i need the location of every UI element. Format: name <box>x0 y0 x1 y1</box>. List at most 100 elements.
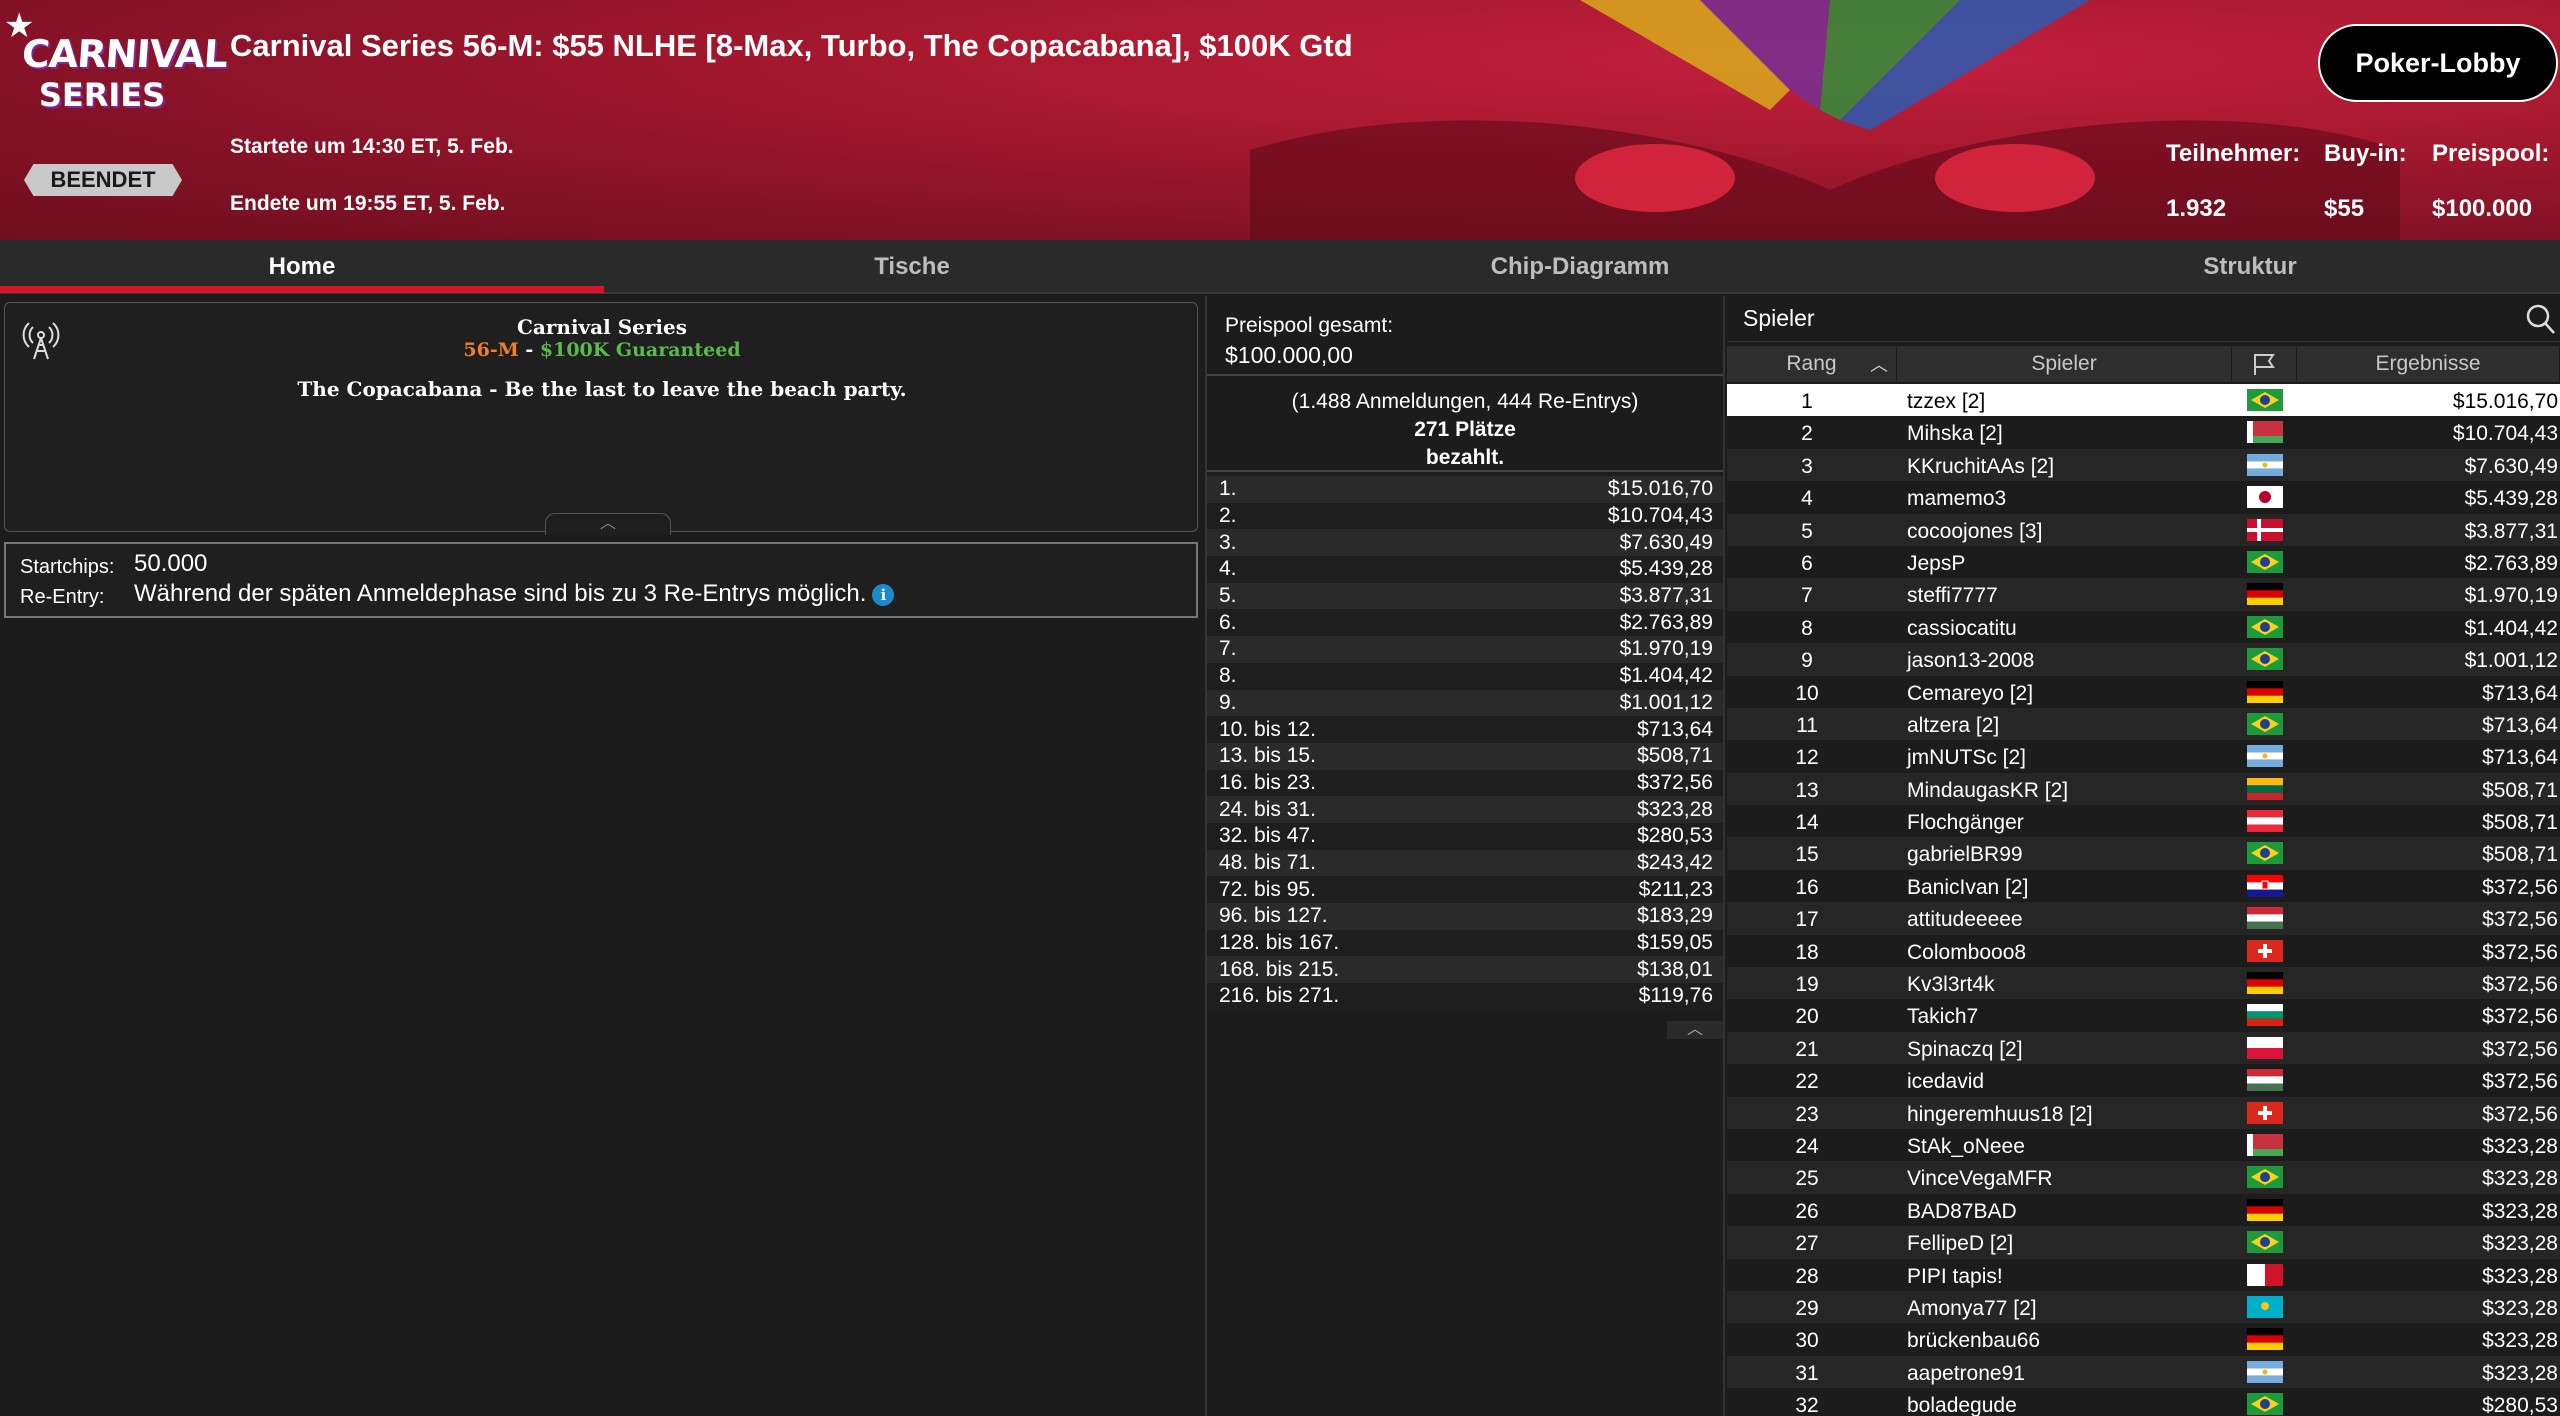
payout-amount: $372,56 <box>1637 770 1713 794</box>
player-result: $323,28 <box>2482 1134 2558 1158</box>
player-rank: 2 <box>1801 422 1813 446</box>
player-name: gabrielBR99 <box>1907 843 2023 867</box>
country-flag-icon <box>2247 1263 2283 1286</box>
payout-row: 96. bis 127. $183,29 <box>1207 903 1723 930</box>
table-row[interactable]: 30 brückenbau66 $323,28 <box>1727 1323 2560 1356</box>
player-rank: 11 <box>1796 713 1818 737</box>
startchips-label: Startchips: <box>20 556 115 578</box>
tab-structure[interactable]: Struktur <box>1940 240 2560 294</box>
country-flag-icon <box>2247 421 2283 444</box>
table-row[interactable]: 2 Mihska [2] $10.704,43 <box>1727 416 2560 449</box>
payout-place: 9. <box>1219 690 1237 714</box>
table-row[interactable]: 23 hingeremhuus18 [2] $372,56 <box>1727 1096 2560 1129</box>
player-name: FellipeD [2] <box>1907 1232 2014 1256</box>
payout-place: 16. bis 23. <box>1219 770 1316 794</box>
player-result: $323,28 <box>2482 1199 2558 1223</box>
table-row[interactable]: 14 Flochgänger $508,71 <box>1727 805 2560 838</box>
player-name: JepsP <box>1907 551 1966 575</box>
payout-amount: $1.404,42 <box>1619 664 1713 688</box>
table-row[interactable]: 17 attitudeeeee $372,56 <box>1727 902 2560 935</box>
player-result: $280,53 <box>2482 1394 2558 1416</box>
logo-line-1: CARNIVAL <box>20 32 229 76</box>
table-row[interactable]: 20 Takich7 $372,56 <box>1727 999 2560 1032</box>
table-row[interactable]: 19 Kv3l3rt4k $372,56 <box>1727 967 2560 1000</box>
payout-place: 168. bis 215. <box>1219 957 1340 981</box>
table-row[interactable]: 18 Colombooo8 $372,56 <box>1727 934 2560 968</box>
table-row[interactable]: 25 VinceVegaMFR $323,28 <box>1727 1161 2560 1194</box>
player-name: Mihska [2] <box>1907 422 2003 446</box>
payout-place: 48. bis 71. <box>1219 850 1316 874</box>
table-row[interactable]: 13 MindaugasKR [2] $508,71 <box>1727 772 2560 806</box>
payout-place: 6. <box>1219 610 1237 634</box>
column-country[interactable] <box>2232 346 2297 382</box>
search-icon[interactable] <box>2523 302 2557 336</box>
player-result: $508,71 <box>2482 843 2558 867</box>
player-name: steffi7777 <box>1907 584 1998 608</box>
table-row[interactable]: 8 cassiocatitu $1.404,42 <box>1727 610 2560 644</box>
table-row[interactable]: 3 KKruchitAAs [2] $7.630,49 <box>1727 448 2560 482</box>
player-rank: 23 <box>1795 1102 1819 1126</box>
table-row[interactable]: 24 StAk_oNeee $323,28 <box>1727 1128 2560 1162</box>
info-icon[interactable]: i <box>872 583 895 606</box>
payout-amount: $138,01 <box>1637 957 1713 981</box>
reentry-label: Re-Entry: <box>20 586 105 608</box>
player-rank: 26 <box>1795 1199 1819 1223</box>
payout-row: 4. $5.439,28 <box>1207 556 1723 583</box>
country-flag-icon <box>2247 1198 2283 1221</box>
table-row[interactable]: 26 BAD87BAD $323,28 <box>1727 1193 2560 1227</box>
table-row[interactable]: 5 cocoojones [3] $3.877,31 <box>1727 513 2560 546</box>
entries-line: (1.488 Anmeldungen, 444 Re-Entrys) <box>1291 390 1639 413</box>
player-name: hingeremhuus18 [2] <box>1907 1102 2093 1126</box>
series-name: Carnival Series <box>517 315 687 339</box>
active-tab-indicator <box>0 286 604 293</box>
tab-tables[interactable]: Tische <box>604 240 1220 294</box>
tab-chip-chart[interactable]: Chip-Diagramm <box>1220 240 1940 294</box>
table-row[interactable]: 10 Cemareyo [2] $713,64 <box>1727 675 2560 708</box>
player-name: Cemareyo [2] <box>1907 681 2034 705</box>
table-row[interactable]: 32 boladegude $280,53 <box>1727 1388 2560 1416</box>
payout-row: 216. bis 271. $119,76 <box>1207 983 1723 1010</box>
player-name: Amonya77 [2] <box>1907 1296 2037 1320</box>
country-flag-icon <box>2247 874 2283 897</box>
table-row[interactable]: 11 altzera [2] $713,64 <box>1727 707 2560 741</box>
column-player[interactable]: Spieler <box>1897 346 2232 382</box>
poker-lobby-button[interactable]: Poker-Lobby <box>2318 24 2558 102</box>
table-row[interactable]: 9 jason13-2008 $1.001,12 <box>1727 643 2560 676</box>
player-rank: 32 <box>1795 1394 1819 1416</box>
country-flag-icon <box>2247 1004 2283 1027</box>
tournament-info-panel: Carnival Series 56-M - $100K Guaranteed … <box>4 302 1198 535</box>
table-row[interactable]: 29 Amonya77 [2] $323,28 <box>1727 1290 2560 1324</box>
table-row[interactable]: 15 gabrielBR99 $508,71 <box>1727 837 2560 870</box>
table-row[interactable]: 31 aapetrone91 $323,28 <box>1727 1355 2560 1389</box>
table-row[interactable]: 22 icedavid $372,56 <box>1727 1064 2560 1097</box>
player-result: $372,56 <box>2482 973 2558 997</box>
table-row[interactable]: 28 PIPI tapis! $323,28 <box>1727 1258 2560 1291</box>
player-name: icedavid <box>1907 1070 1985 1094</box>
payout-amount: $5.439,28 <box>1619 557 1713 581</box>
table-row[interactable]: 27 FellipeD [2] $323,28 <box>1727 1226 2560 1259</box>
player-name: Takich7 <box>1907 1005 1979 1029</box>
collapse-info-button[interactable]: ︿ <box>545 513 671 535</box>
country-flag-icon <box>2247 842 2283 865</box>
table-row[interactable]: 21 Spinaczq [2] $372,56 <box>1727 1031 2560 1065</box>
column-result[interactable]: Ergebnisse <box>2297 346 2560 382</box>
payout-place: 4. <box>1219 557 1237 581</box>
player-name: brückenbau66 <box>1907 1329 2041 1353</box>
country-flag-icon <box>2247 712 2283 735</box>
payout-row: 128. bis 167. $159,05 <box>1207 929 1723 957</box>
table-row[interactable]: 7 steffi7777 $1.970,19 <box>1727 578 2560 611</box>
table-row[interactable]: 4 mamemo3 $5.439,28 <box>1727 481 2560 514</box>
table-row[interactable]: 1 tzzex [2] $15.016,70 <box>1727 384 2560 417</box>
payout-row: 48. bis 71. $243,42 <box>1207 849 1723 877</box>
payout-row: 8. $1.404,42 <box>1207 662 1723 690</box>
payout-amount: $159,05 <box>1637 931 1713 955</box>
table-row[interactable]: 12 jmNUTSc [2] $713,64 <box>1727 740 2560 773</box>
payout-row: 32. bis 47. $280,53 <box>1207 822 1723 850</box>
player-rank: 17 <box>1795 908 1819 932</box>
payout-row: 16. bis 23. $372,56 <box>1207 769 1723 797</box>
paid-line: bezahlt. <box>1425 446 1505 469</box>
collapse-payouts-button[interactable]: ︿ <box>1667 1021 1723 1039</box>
table-row[interactable]: 6 JepsP $2.763,89 <box>1727 545 2560 579</box>
column-rank[interactable]: Rang ︿ <box>1727 346 1897 382</box>
table-row[interactable]: 16 BanicIvan [2] $372,56 <box>1727 869 2560 903</box>
